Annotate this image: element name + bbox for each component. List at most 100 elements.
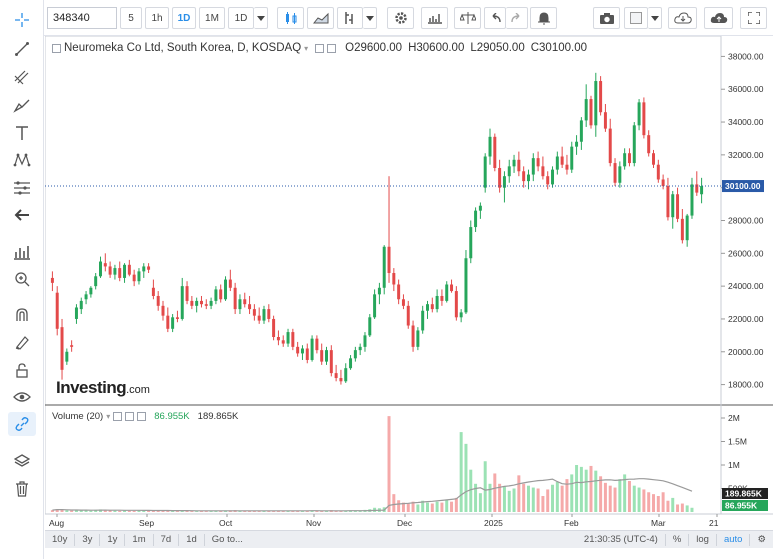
candle-body <box>483 156 487 188</box>
volume-bar <box>579 466 583 512</box>
price-tick-label: 32000.00 <box>728 150 764 160</box>
candle-body <box>214 289 218 301</box>
auto-toggle[interactable]: auto <box>715 534 750 546</box>
percent-toggle[interactable]: % <box>664 534 688 546</box>
volume-bar <box>118 510 122 512</box>
time-tick-label: Mar <box>651 518 666 528</box>
candle-body <box>546 176 550 185</box>
volume-bar <box>690 507 694 512</box>
volume-label: Volume (20) <box>52 410 104 422</box>
logo-domain: .com <box>126 384 150 396</box>
volume-legend: Volume (20) ▾ 86.955K 189.865K <box>52 410 238 422</box>
candle-body <box>382 246 386 288</box>
measure-icon[interactable] <box>8 240 36 264</box>
candle-body <box>84 294 88 300</box>
cloud-download-icon[interactable] <box>668 7 697 29</box>
zoom-in-icon[interactable] <box>8 267 36 291</box>
compare-scale-icon[interactable] <box>454 7 481 29</box>
arrow-left-icon[interactable] <box>8 203 36 227</box>
candle-body <box>185 286 189 301</box>
eye-icon[interactable] <box>8 385 36 409</box>
goto-button[interactable]: Go to... <box>205 534 250 546</box>
trash-icon[interactable] <box>8 477 36 501</box>
indicators-icon[interactable] <box>337 7 363 29</box>
layers-icon[interactable] <box>8 449 36 473</box>
settings-box-icon[interactable] <box>315 43 325 53</box>
bottom-bar: 10y 3y 1y 1m 7d 1d Go to... 21:30:35 (UT… <box>45 530 773 548</box>
chevron-down-icon[interactable] <box>254 7 268 29</box>
range-1m[interactable]: 1m <box>125 533 154 546</box>
candle-body <box>700 186 704 195</box>
prediction-tool-icon[interactable] <box>8 176 36 200</box>
lock-drawing-icon[interactable] <box>8 330 36 354</box>
unlock-icon[interactable] <box>8 358 36 382</box>
log-toggle[interactable]: log <box>688 534 716 546</box>
candle-body <box>147 266 151 270</box>
settings-icon[interactable] <box>387 7 414 29</box>
interval-dropdown[interactable]: 1D <box>228 7 254 29</box>
time-tick-label: 2025 <box>484 518 503 528</box>
symbol-input[interactable] <box>47 7 117 29</box>
brush-icon[interactable] <box>8 93 36 117</box>
fib-tools-icon[interactable] <box>8 65 36 89</box>
cloud-upload-icon[interactable] <box>704 7 733 29</box>
candle-body <box>430 304 434 310</box>
range-1y[interactable]: 1y <box>100 533 126 546</box>
chevron-down-icon[interactable]: ▾ <box>106 412 110 421</box>
color-swatch-icon[interactable] <box>624 7 648 29</box>
candle-body <box>493 136 497 168</box>
chevron-down-icon[interactable]: ▾ <box>304 44 308 53</box>
crosshair-icon[interactable] <box>8 8 36 32</box>
redo-icon[interactable] <box>506 7 528 29</box>
camera-icon[interactable] <box>593 7 620 29</box>
candle-body <box>103 263 107 267</box>
trend-line-icon[interactable] <box>8 37 36 61</box>
candle-body <box>488 136 492 157</box>
pattern-tool-icon[interactable] <box>8 148 36 172</box>
candle-body <box>286 332 290 344</box>
candle-body <box>243 299 247 305</box>
candle-body <box>613 163 617 183</box>
volume-bar <box>676 504 680 512</box>
candle-body <box>661 179 665 187</box>
range-7d[interactable]: 7d <box>154 533 180 546</box>
interval-5-button[interactable]: 5 <box>120 7 142 29</box>
chart-area[interactable]: 38000.0036000.0034000.0032000.0030000.00… <box>45 36 773 559</box>
undo-icon[interactable] <box>484 7 506 29</box>
interval-1m-button[interactable]: 1M <box>199 7 225 29</box>
volume-bar <box>584 469 588 512</box>
close-box-icon[interactable] <box>137 411 147 421</box>
chevron-down-icon[interactable] <box>363 7 377 29</box>
time-tick-label: 21 <box>709 518 719 528</box>
hide-box-icon[interactable] <box>327 43 337 53</box>
gear-icon[interactable]: ⚙ <box>749 534 773 546</box>
hide-box-icon[interactable] <box>125 411 135 421</box>
range-3y[interactable]: 3y <box>75 533 101 546</box>
candlestick-type-icon[interactable] <box>277 7 304 29</box>
volume-bar <box>603 482 607 512</box>
interval-1d-button[interactable]: 1D <box>172 7 196 29</box>
magnet-icon[interactable] <box>8 303 36 327</box>
candle-body <box>676 194 680 219</box>
interval-1h-button[interactable]: 1h <box>145 7 169 29</box>
candle-body <box>685 215 689 241</box>
price-chart[interactable]: 38000.0036000.0034000.0032000.0030000.00… <box>45 36 773 530</box>
volume-bar <box>594 470 598 512</box>
candle-body <box>435 295 439 310</box>
area-chart-icon[interactable] <box>307 7 334 29</box>
chevron-down-icon[interactable] <box>648 7 662 29</box>
alert-bell-icon[interactable] <box>530 7 557 29</box>
settings-box-icon[interactable] <box>113 411 123 421</box>
fullscreen-icon[interactable] <box>740 7 767 29</box>
collapse-box-icon[interactable] <box>52 43 61 53</box>
link-icon[interactable] <box>8 412 36 436</box>
candle-body <box>363 335 367 347</box>
volume-bar <box>536 488 540 512</box>
volume-bar <box>570 474 574 512</box>
range-1d[interactable]: 1d <box>179 533 205 546</box>
bar-chart-icon[interactable] <box>421 7 448 29</box>
range-10y[interactable]: 10y <box>45 533 76 546</box>
time-tick-label: Dec <box>397 518 413 528</box>
candle-body <box>151 287 155 296</box>
text-tool-icon[interactable] <box>8 121 36 145</box>
